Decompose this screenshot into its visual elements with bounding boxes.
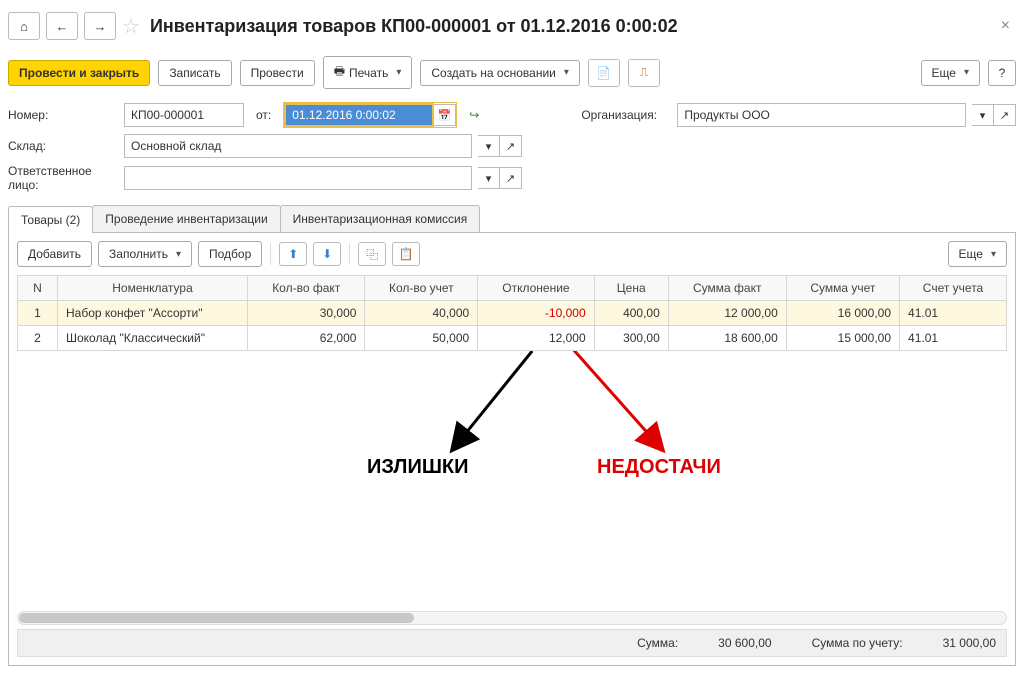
- sum-acc-value: 31 000,00: [943, 636, 996, 650]
- tab-bar: Товары (2) Проведение инвентаризации Инв…: [8, 205, 1016, 233]
- sum-acc-label: Сумма по учету:: [812, 636, 903, 650]
- goods-table: N Номенклатура Кол-во факт Кол-во учет О…: [17, 275, 1007, 351]
- add-row-button[interactable]: Добавить: [17, 241, 92, 267]
- col-nomenclature[interactable]: Номенклатура: [58, 276, 248, 301]
- calendar-button[interactable]: 📅: [434, 104, 456, 126]
- favorite-star-icon[interactable]: ☆: [122, 14, 140, 39]
- arrow-right-icon: →: [94, 19, 107, 34]
- post-button[interactable]: Провести: [240, 60, 315, 86]
- paste-button[interactable]: 📋: [392, 242, 420, 266]
- tab-commission[interactable]: Инвентаризационная комиссия: [280, 205, 481, 232]
- number-input[interactable]: КП00-000001: [124, 103, 244, 127]
- org-dropdown-button[interactable]: ▾: [972, 104, 994, 126]
- page-title: Инвентаризация товаров КП00-000001 от 01…: [150, 16, 678, 37]
- horizontal-scrollbar[interactable]: [17, 611, 1007, 625]
- help-button[interactable]: ?: [988, 60, 1016, 86]
- home-button[interactable]: ⌂: [8, 12, 40, 40]
- warehouse-dropdown-button[interactable]: ▾: [478, 135, 500, 157]
- posted-flag-icon: ↪: [469, 108, 479, 122]
- copy-button[interactable]: ⿻: [358, 242, 386, 266]
- col-account[interactable]: Счет учета: [900, 276, 1007, 301]
- post-and-close-button[interactable]: Провести и закрыть: [8, 60, 150, 86]
- sum-label: Сумма:: [637, 636, 678, 650]
- main-toolbar: Провести и закрыть Записать Провести 🖶 П…: [8, 52, 1016, 99]
- save-button[interactable]: Записать: [158, 60, 231, 86]
- deviation-cell-negative: -10,000: [478, 301, 594, 326]
- attach-button[interactable]: 📄: [588, 59, 620, 87]
- col-n[interactable]: N: [18, 276, 58, 301]
- pickup-button[interactable]: Подбор: [198, 241, 262, 267]
- date-input[interactable]: 01.12.2016 0:00:02: [284, 103, 434, 127]
- number-label: Номер:: [8, 108, 118, 122]
- grid-more-button[interactable]: Еще: [948, 241, 1007, 267]
- org-open-button[interactable]: ↗: [994, 104, 1016, 126]
- col-sum-fact[interactable]: Сумма факт: [668, 276, 786, 301]
- col-qty-acc[interactable]: Кол-во учет: [365, 276, 478, 301]
- annotation-layer: ИЗЛИШКИ НЕДОСТАЧИ: [17, 351, 1007, 611]
- tab-inventory-process[interactable]: Проведение инвентаризации: [92, 205, 280, 232]
- tab-goods[interactable]: Товары (2): [8, 206, 93, 233]
- forward-button[interactable]: →: [84, 12, 116, 40]
- arrow-left-icon: ←: [56, 19, 69, 34]
- printer-icon: 🖶: [334, 62, 345, 83]
- sum-value: 30 600,00: [718, 636, 771, 650]
- table-row[interactable]: 1 Набор конфет "Ассорти" 30,000 40,000 -…: [18, 301, 1007, 326]
- table-row[interactable]: 2 Шоколад "Классический" 62,000 50,000 1…: [18, 326, 1007, 351]
- warehouse-open-button[interactable]: ↗: [500, 135, 522, 157]
- responsible-dropdown-button[interactable]: ▾: [478, 167, 500, 189]
- warehouse-label: Склад:: [8, 139, 118, 153]
- paperclip-icon: 📄: [596, 66, 611, 80]
- tree-icon: ⎍: [640, 65, 648, 80]
- tab-content: Добавить Заполнить Подбор ⬆ ⬇ ⿻ 📋 Еще N …: [8, 233, 1016, 666]
- col-deviation[interactable]: Отклонение: [478, 276, 594, 301]
- more-button[interactable]: Еще: [921, 60, 980, 86]
- create-based-on-button[interactable]: Создать на основании: [420, 60, 580, 86]
- scrollbar-thumb[interactable]: [19, 613, 414, 623]
- close-button[interactable]: ×: [995, 17, 1016, 35]
- grid-toolbar: Добавить Заполнить Подбор ⬆ ⬇ ⿻ 📋 Еще: [17, 241, 1007, 275]
- annotation-surplus: ИЗЛИШКИ: [367, 456, 469, 479]
- move-up-button[interactable]: ⬆: [279, 242, 307, 266]
- col-sum-acc[interactable]: Сумма учет: [786, 276, 899, 301]
- back-button[interactable]: ←: [46, 12, 78, 40]
- home-icon: ⌂: [20, 19, 28, 34]
- copy-icon: ⿻: [366, 246, 378, 263]
- move-down-button[interactable]: ⬇: [313, 242, 341, 266]
- org-select[interactable]: Продукты ООО: [677, 103, 966, 127]
- arrow-down-icon: ⬇: [322, 247, 332, 261]
- fill-button[interactable]: Заполнить: [98, 241, 192, 267]
- responsible-select[interactable]: [124, 166, 472, 190]
- titlebar: ⌂ ← → ☆ Инвентаризация товаров КП00-0000…: [8, 8, 1016, 52]
- deviation-cell-positive: 12,000: [478, 326, 594, 351]
- col-qty-fact[interactable]: Кол-во факт: [248, 276, 365, 301]
- org-label: Организация:: [581, 108, 671, 122]
- from-label: от:: [256, 108, 271, 122]
- warehouse-select[interactable]: Основной склад: [124, 134, 472, 158]
- structure-button[interactable]: ⎍: [628, 59, 660, 87]
- calendar-icon: 📅: [438, 109, 452, 122]
- paste-icon: 📋: [399, 247, 414, 261]
- responsible-label: Ответственное лицо:: [8, 164, 118, 192]
- totals-footer: Сумма: 30 600,00 Сумма по учету: 31 000,…: [17, 629, 1007, 657]
- arrow-up-icon: ⬆: [288, 247, 298, 261]
- print-button[interactable]: 🖶 Печать: [323, 56, 413, 89]
- responsible-open-button[interactable]: ↗: [500, 167, 522, 189]
- annotation-shortage: НЕДОСТАЧИ: [597, 456, 721, 479]
- col-price[interactable]: Цена: [594, 276, 668, 301]
